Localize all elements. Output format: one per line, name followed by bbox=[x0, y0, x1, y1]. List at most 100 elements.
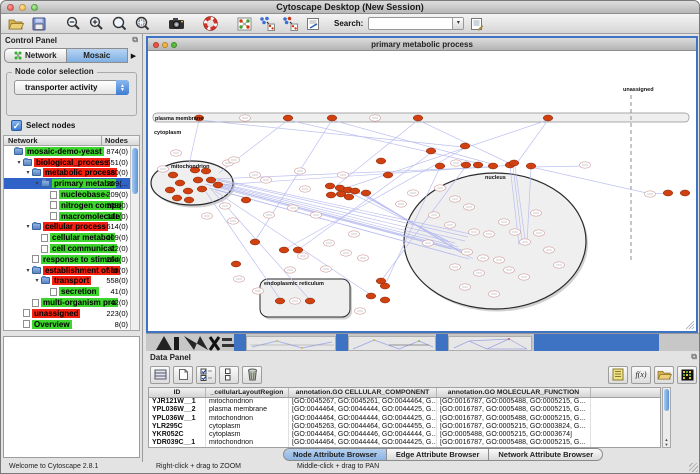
gene-node[interactable] bbox=[165, 187, 175, 193]
gene-node[interactable] bbox=[325, 183, 335, 189]
table-cell[interactable]: [GO:0005488, GO:0005215, GO:0003674] bbox=[437, 431, 591, 439]
table-row[interactable]: YKR052Ccytoplasm[GO:0044464, GO:0044446,… bbox=[149, 431, 660, 439]
select-all-attributes-button[interactable] bbox=[196, 366, 216, 384]
tree-scrollbar[interactable] bbox=[130, 146, 139, 330]
expand-toggle-icon[interactable]: ▾ bbox=[24, 169, 32, 176]
gene-node[interactable] bbox=[250, 239, 260, 245]
table-cell[interactable]: YDR039C__1 bbox=[149, 439, 206, 447]
scroll-arrows-icon[interactable]: ▲▼ bbox=[663, 437, 670, 447]
gene-node[interactable] bbox=[206, 177, 216, 183]
create-attribute-button[interactable] bbox=[173, 366, 193, 384]
tree-row[interactable]: response to stimulu264(0) bbox=[4, 254, 139, 265]
tree-row[interactable]: Overview8(0) bbox=[4, 319, 139, 330]
tree-row[interactable]: ▾metabolic process280(0) bbox=[4, 168, 139, 179]
tree-row[interactable]: ▾biological_process651(0) bbox=[4, 157, 139, 168]
table-row[interactable]: YPL036W__2plasma membrane[GO:0044464, GO… bbox=[149, 406, 660, 414]
tab-edge-attribute-browser[interactable]: Edge Attribute Browser bbox=[387, 448, 489, 461]
resize-grip[interactable] bbox=[689, 463, 698, 472]
gene-node[interactable] bbox=[509, 160, 519, 166]
gene-node[interactable] bbox=[183, 188, 193, 194]
gene-node[interactable] bbox=[380, 297, 390, 303]
gene-node[interactable] bbox=[213, 182, 223, 188]
gene-node[interactable] bbox=[168, 172, 178, 178]
attribute-batch-button[interactable] bbox=[608, 366, 628, 384]
help-button[interactable] bbox=[200, 16, 220, 32]
gene-node[interactable] bbox=[241, 197, 251, 203]
gene-node[interactable] bbox=[543, 115, 553, 121]
gene-node[interactable] bbox=[350, 188, 360, 194]
network-settings-button[interactable] bbox=[234, 16, 254, 32]
annotation-button[interactable] bbox=[303, 16, 323, 32]
gene-node[interactable] bbox=[526, 163, 536, 169]
network-zoom-button[interactable] bbox=[171, 42, 177, 48]
tree-row[interactable]: ▾transport558(0) bbox=[4, 276, 139, 287]
table-cell[interactable]: YKR052C bbox=[149, 431, 206, 439]
zoom-window-button[interactable] bbox=[31, 4, 38, 11]
birdseye-view-panel[interactable] bbox=[3, 336, 140, 458]
gene-node[interactable] bbox=[279, 247, 289, 253]
gene-node[interactable] bbox=[435, 163, 445, 169]
column-header[interactable]: ID bbox=[149, 388, 206, 397]
filter-button[interactable] bbox=[280, 16, 300, 32]
table-cell[interactable]: mitochondrion bbox=[206, 398, 289, 406]
table-cell[interactable]: [GO:0016787, GO:0005215, GO:0003824, G..… bbox=[437, 423, 591, 431]
table-cell[interactable]: cytoplasm bbox=[206, 431, 289, 439]
gene-node[interactable] bbox=[344, 194, 354, 200]
gene-node[interactable] bbox=[175, 180, 185, 186]
detach-panel-icon[interactable]: ⧉ bbox=[691, 353, 697, 361]
background-windows-strip[interactable] bbox=[146, 333, 700, 351]
gene-node[interactable] bbox=[275, 298, 285, 304]
gene-node[interactable] bbox=[376, 158, 386, 164]
import-attributes-button[interactable] bbox=[654, 366, 674, 384]
tab-network[interactable]: Network bbox=[4, 48, 66, 63]
column-header[interactable]: _cellularLayoutRegion bbox=[206, 388, 289, 397]
tab-mosaic[interactable]: Mosaic bbox=[66, 48, 129, 63]
gene-node[interactable] bbox=[461, 162, 471, 168]
tree-row[interactable]: ▾cellular process614(0) bbox=[4, 222, 139, 233]
tree-row[interactable]: mosaic-demo-yeast874(0) bbox=[4, 146, 139, 157]
table-row[interactable]: YDR039C__1mitochondrion[GO:0044464, GO:0… bbox=[149, 439, 660, 447]
zoom-in-button[interactable] bbox=[86, 16, 106, 32]
table-cell[interactable]: [GO:0045267, GO:0045261, GO:0044464, G..… bbox=[289, 398, 437, 406]
zoom-out-button[interactable] bbox=[63, 16, 83, 32]
gene-node[interactable] bbox=[426, 148, 436, 154]
table-cell[interactable]: YLR295C bbox=[149, 423, 206, 431]
snapshot-button[interactable] bbox=[166, 16, 186, 32]
detach-panel-icon[interactable]: ⧉ bbox=[132, 36, 138, 44]
table-cell[interactable]: [GO:0044464, GO:0044444, GO:0044425, G..… bbox=[289, 439, 437, 447]
expand-toggle-icon[interactable]: ▾ bbox=[24, 223, 32, 230]
search-input[interactable] bbox=[369, 19, 449, 28]
gene-node[interactable] bbox=[383, 172, 393, 178]
table-row[interactable]: YPL036W__1mitochondrion[GO:0044464, GO:0… bbox=[149, 415, 660, 423]
network-close-button[interactable] bbox=[153, 42, 159, 48]
select-attributes-button[interactable] bbox=[150, 366, 170, 384]
gene-node[interactable] bbox=[193, 177, 203, 183]
gene-node[interactable] bbox=[680, 190, 690, 196]
tree-row[interactable]: unassigned223(0) bbox=[4, 308, 139, 319]
table-cell[interactable]: mitochondrion bbox=[206, 415, 289, 423]
save-session-button[interactable] bbox=[29, 16, 49, 32]
open-session-button[interactable] bbox=[6, 16, 26, 32]
table-cell[interactable]: cytoplasm bbox=[206, 423, 289, 431]
column-header[interactable]: annotation.GO CELLULAR_COMPONENT bbox=[289, 388, 437, 397]
gene-node[interactable] bbox=[663, 190, 673, 196]
gene-node[interactable] bbox=[460, 143, 470, 149]
gene-node[interactable] bbox=[283, 115, 293, 121]
unselect-all-attributes-button[interactable] bbox=[219, 366, 239, 384]
tree-row[interactable]: cell communicat22(0) bbox=[4, 243, 139, 254]
tree-row[interactable]: secretion41(0) bbox=[4, 286, 139, 297]
table-scroll-thumb[interactable] bbox=[664, 389, 669, 411]
table-cell[interactable]: YPL036W__2 bbox=[149, 406, 206, 414]
gene-node[interactable] bbox=[172, 195, 182, 201]
select-nodes-checkbox[interactable]: ✓ bbox=[11, 120, 22, 131]
gene-node[interactable] bbox=[197, 186, 207, 192]
column-header[interactable]: annotation.GO MOLECULAR_FUNCTION bbox=[437, 388, 591, 397]
network-canvas[interactable]: plasma membranecytoplasmmitochondrionnuc… bbox=[148, 51, 696, 331]
search-config-button[interactable] bbox=[467, 16, 487, 32]
tree-row[interactable]: nucleobase-209(0) bbox=[4, 189, 139, 200]
tab-node-attribute-browser[interactable]: Node Attribute Browser bbox=[283, 448, 387, 461]
gene-node[interactable] bbox=[305, 298, 315, 304]
table-row[interactable]: YJR121W__1mitochondrion[GO:0045267, GO:0… bbox=[149, 398, 660, 406]
zoom-selected-button[interactable] bbox=[132, 16, 152, 32]
gene-node[interactable] bbox=[366, 293, 376, 299]
